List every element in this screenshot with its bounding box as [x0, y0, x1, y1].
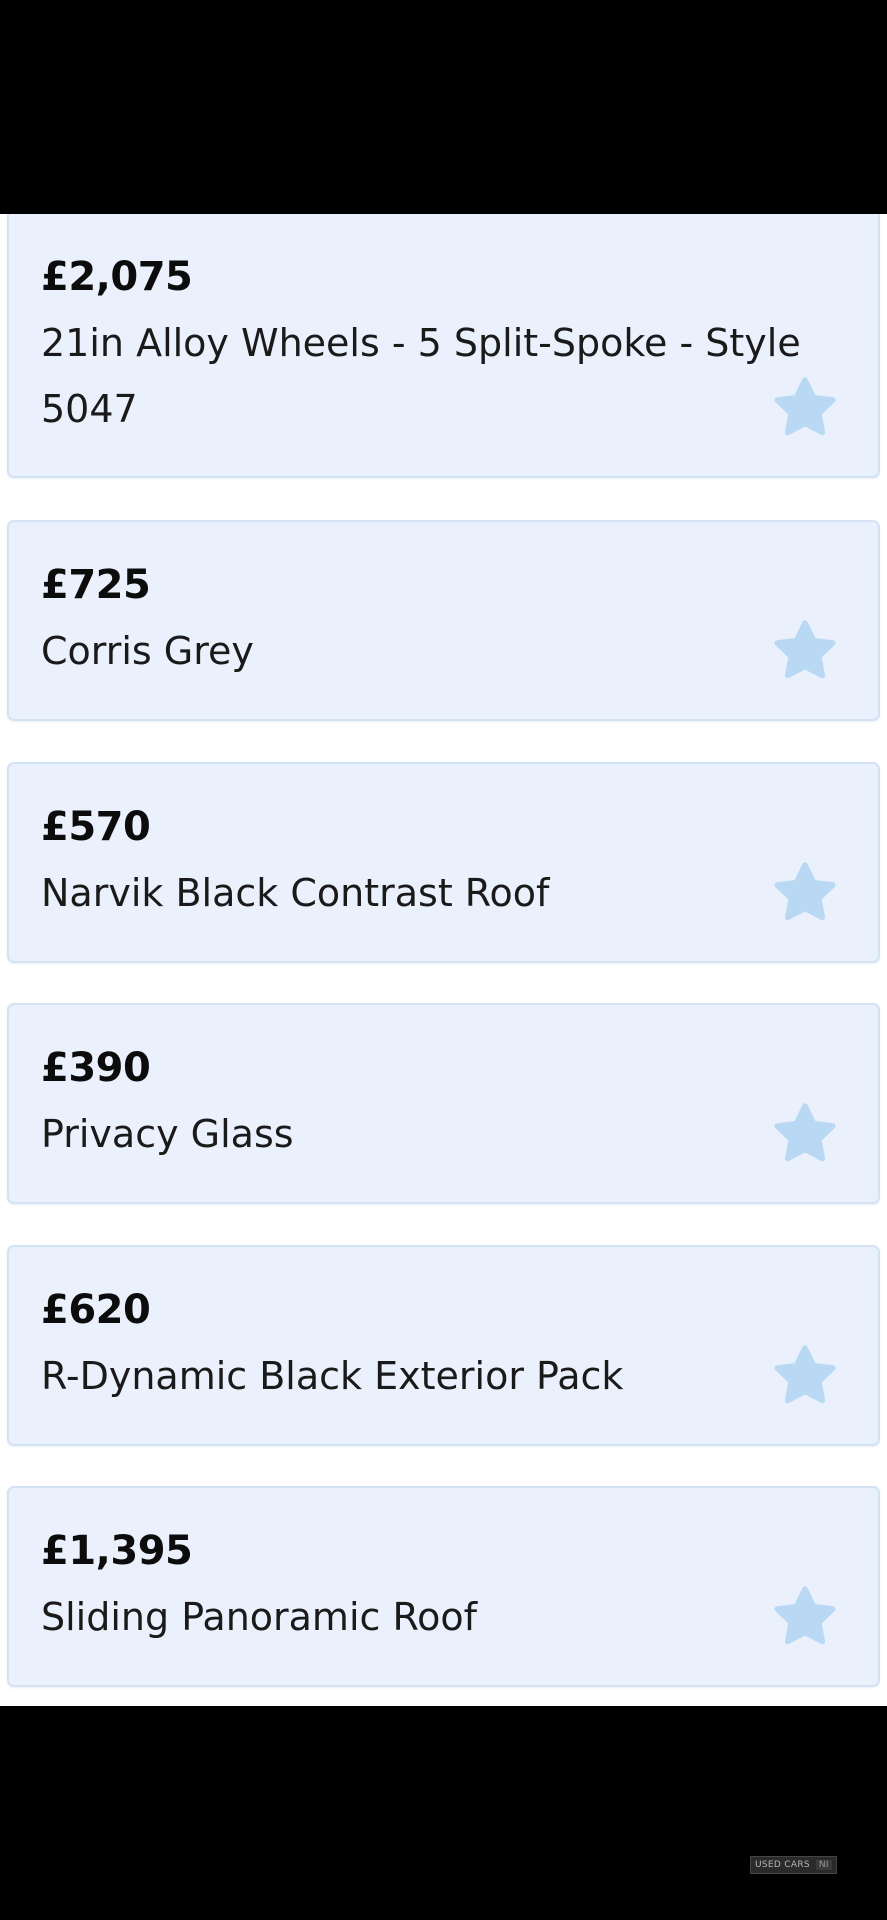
option-name-line: Corris Grey: [41, 629, 254, 673]
option-name-line: Narvik Black Contrast Roof: [41, 871, 550, 915]
option-card: £570 Narvik Black Contrast Roof: [7, 762, 880, 963]
top-black-bar: [0, 0, 887, 214]
option-name: Sliding Panoramic Roof: [41, 1584, 841, 1650]
option-name-line: Sliding Panoramic Roof: [41, 1595, 478, 1639]
option-name-line: 21in Alloy Wheels - 5 Split-Spoke - Styl…: [41, 321, 801, 365]
watermark-logo: USED CARS NI: [750, 1856, 837, 1874]
option-name: Narvik Black Contrast Roof: [41, 860, 841, 926]
option-name: R-Dynamic Black Exterior Pack: [41, 1343, 841, 1409]
option-name: Corris Grey: [41, 618, 841, 684]
option-card: £725 Corris Grey: [7, 520, 880, 721]
option-price: £1,395: [41, 1528, 193, 1574]
option-price: £570: [41, 804, 151, 850]
option-name-line: 5047: [41, 387, 138, 431]
option-price: £725: [41, 562, 151, 608]
option-name-line: R-Dynamic Black Exterior Pack: [41, 1354, 624, 1398]
star-icon: [772, 375, 838, 441]
option-price: £620: [41, 1287, 151, 1333]
star-icon: [772, 618, 838, 684]
option-name: Privacy Glass: [41, 1101, 841, 1167]
option-card: £620 R-Dynamic Black Exterior Pack: [7, 1245, 880, 1446]
watermark-text: USED CARS: [755, 1860, 810, 1870]
option-price: £2,075: [41, 254, 193, 300]
option-card: £1,395 Sliding Panoramic Roof: [7, 1486, 880, 1687]
option-card: £2,075 21in Alloy Wheels - 5 Split-Spoke…: [7, 214, 880, 478]
option-card: £390 Privacy Glass: [7, 1003, 880, 1204]
options-list: £2,075 21in Alloy Wheels - 5 Split-Spoke…: [0, 214, 887, 1706]
star-icon: [772, 860, 838, 926]
star-icon: [772, 1584, 838, 1650]
option-name-line: Privacy Glass: [41, 1112, 294, 1156]
star-icon: [772, 1343, 838, 1409]
star-icon: [772, 1101, 838, 1167]
watermark-suffix: NI: [815, 1860, 832, 1870]
option-price: £390: [41, 1045, 151, 1091]
bottom-black-bar: [0, 1706, 887, 1920]
option-name: 21in Alloy Wheels - 5 Split-Spoke - Styl…: [41, 310, 841, 442]
